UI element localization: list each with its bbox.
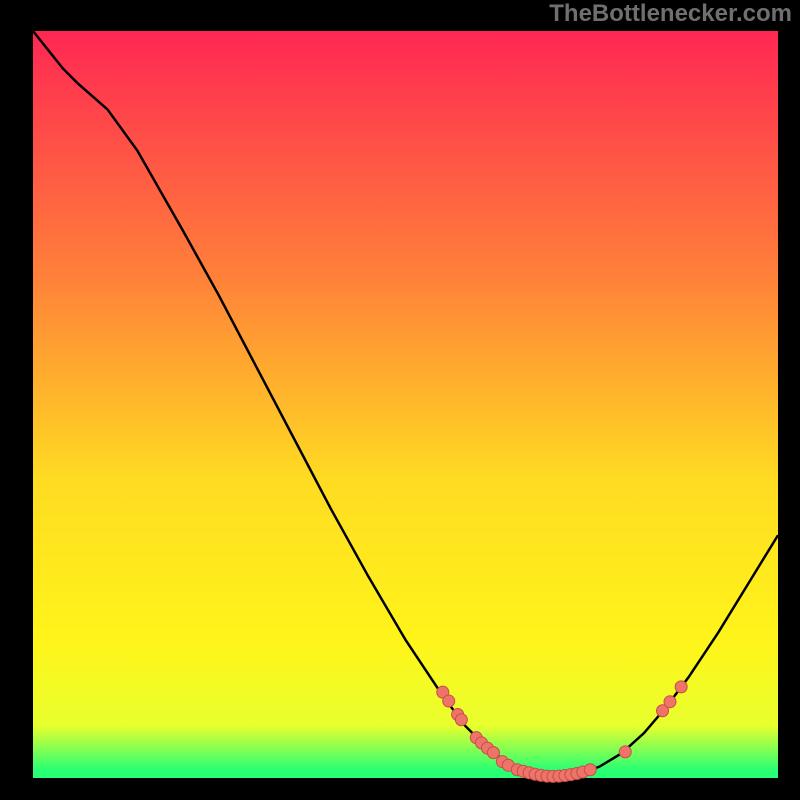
plot-gradient-background (33, 31, 778, 778)
bottleneck-chart (0, 0, 800, 800)
chart-wrapper: TheBottlenecker.com (0, 0, 800, 800)
curve-marker (455, 714, 467, 726)
curve-marker (443, 695, 455, 707)
curve-marker (584, 764, 596, 776)
curve-marker (664, 696, 676, 708)
curve-marker (619, 746, 631, 758)
curve-marker (487, 747, 499, 759)
curve-marker (675, 681, 687, 693)
attribution-text: TheBottlenecker.com (549, 0, 792, 28)
